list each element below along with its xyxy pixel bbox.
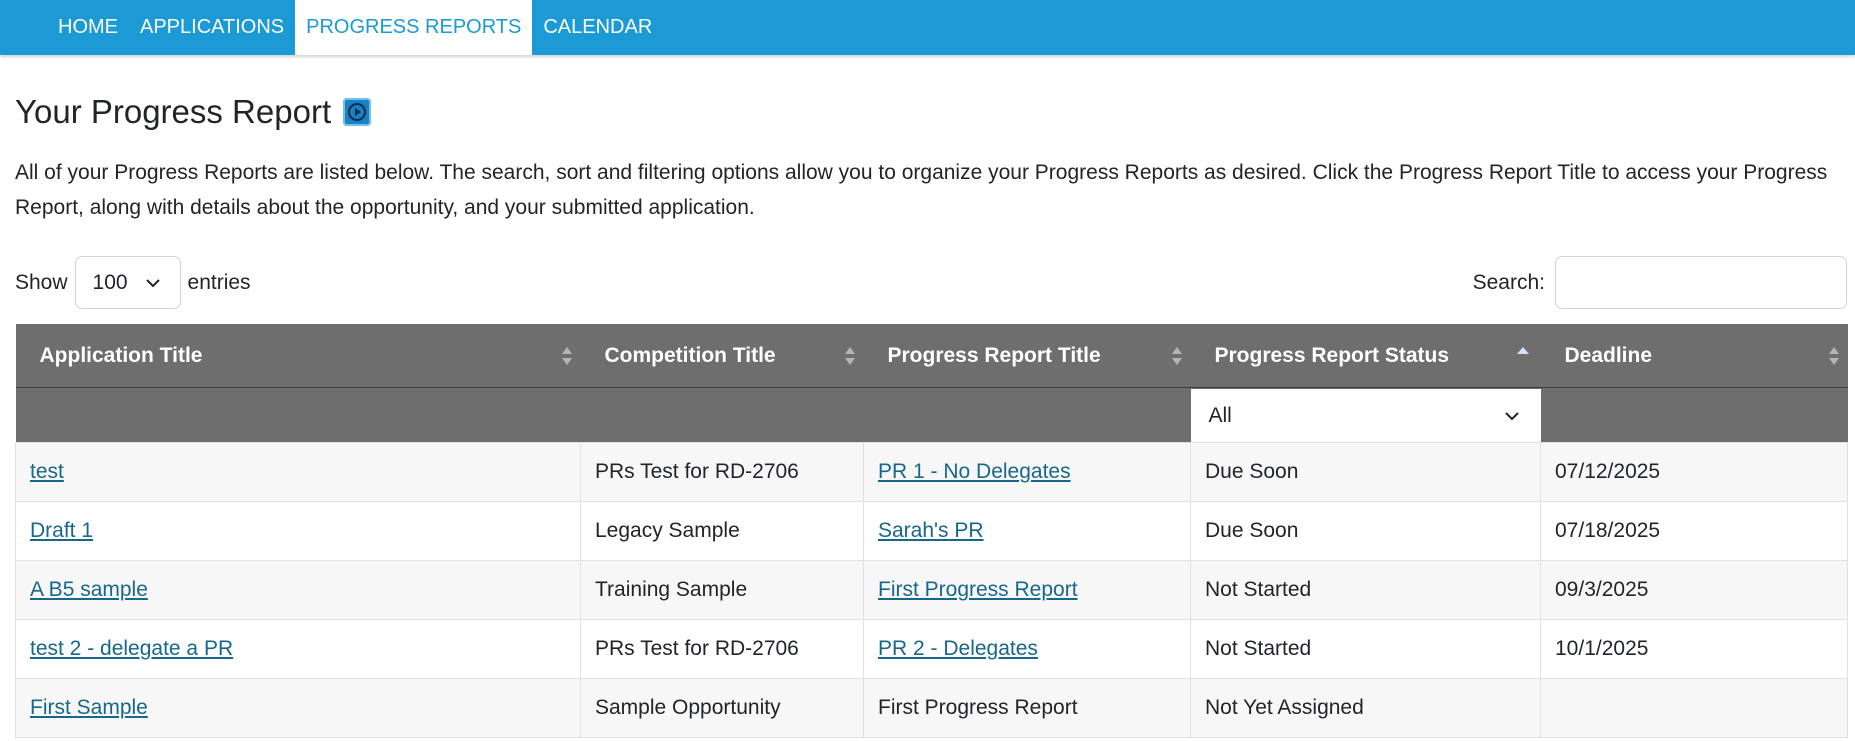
cell-progress-report-title: Sarah's PR (863, 501, 1191, 561)
filter-cell-empty (863, 387, 1191, 443)
main-content: Your Progress Report All of your Progres… (0, 91, 1855, 738)
nav-home[interactable]: HOME (47, 0, 129, 55)
nav-applications[interactable]: APPLICATIONS (129, 0, 295, 55)
show-label: Show (15, 270, 68, 294)
entries-value: 100 (92, 270, 128, 294)
application-link[interactable]: test 2 - delegate a PR (30, 637, 233, 660)
cell-application-title: Draft 1 (15, 501, 581, 561)
filter-cell-empty (1540, 387, 1848, 443)
cell-deadline: 07/18/2025 (1540, 501, 1848, 561)
application-link[interactable]: Draft 1 (30, 519, 93, 542)
progress-report-link[interactable]: PR 2 - Delegates (878, 637, 1038, 660)
entries-label: entries (187, 270, 251, 294)
table-row: test 2 - delegate a PR PRs Test for RD-2… (15, 619, 1848, 679)
table-row: Draft 1 Legacy Sample Sarah's PR Due Soo… (15, 501, 1848, 561)
cell-status: Due Soon (1190, 501, 1541, 561)
cell-deadline (1540, 678, 1848, 738)
status-filter-select[interactable]: All (1190, 389, 1541, 442)
sort-both-icon (561, 346, 572, 365)
chevron-down-icon (1504, 411, 1519, 420)
progress-report-link[interactable]: First Progress Report (878, 578, 1078, 601)
cell-status: Due Soon (1190, 442, 1541, 502)
page-title-text: Your Progress Report (15, 93, 332, 130)
column-header-progress-report-title[interactable]: Progress Report Title (863, 324, 1191, 388)
application-link[interactable]: First Sample (30, 696, 148, 719)
cell-application-title: A B5 sample (15, 560, 581, 620)
sort-both-icon (1171, 346, 1182, 365)
filter-cell-empty (580, 387, 864, 443)
cell-status: Not Started (1190, 560, 1541, 620)
search-input[interactable] (1555, 256, 1847, 309)
table-row: A B5 sample Training Sample First Progre… (15, 560, 1848, 620)
intro-text: All of your Progress Reports are listed … (15, 161, 1828, 219)
application-link[interactable]: test (30, 460, 64, 483)
page-title: Your Progress Report (15, 91, 1845, 133)
sort-asc-icon (1516, 346, 1529, 354)
cell-competition-title: PRs Test for RD-2706 (580, 442, 864, 502)
cell-application-title: test (15, 442, 581, 502)
cell-deadline: 07/12/2025 (1540, 442, 1848, 502)
filter-cell-empty (15, 387, 581, 443)
cell-status: Not Started (1190, 619, 1541, 679)
column-header-competition-title[interactable]: Competition Title (580, 324, 864, 388)
cell-deadline: 10/1/2025 (1540, 619, 1848, 679)
cell-application-title: First Sample (15, 678, 581, 738)
cell-progress-report-title: PR 2 - Delegates (863, 619, 1191, 679)
sort-both-icon (1828, 346, 1839, 365)
column-label: Progress Report Title (887, 343, 1101, 367)
cell-competition-title: Sample Opportunity (580, 678, 864, 738)
column-label: Deadline (1564, 343, 1653, 367)
cell-deadline: 09/3/2025 (1540, 560, 1848, 620)
entries-select[interactable]: 100 (74, 256, 181, 309)
column-header-progress-report-status[interactable]: Progress Report Status (1190, 324, 1541, 388)
sort-both-icon (844, 346, 855, 365)
column-label: Competition Title (604, 343, 776, 367)
cell-progress-report-title: PR 1 - No Delegates (863, 442, 1191, 502)
cell-competition-title: Training Sample (580, 560, 864, 620)
table-controls: Show 100 entries Search: (15, 255, 1847, 310)
play-circle-glyph (348, 103, 367, 121)
column-label: Application Title (39, 343, 203, 367)
table-filter-row: All (15, 387, 1848, 443)
table-row: First Sample Sample Opportunity First Pr… (15, 678, 1848, 738)
search-label: Search: (1472, 270, 1545, 294)
table-row: test PRs Test for RD-2706 PR 1 - No Dele… (15, 442, 1848, 502)
cell-competition-title: PRs Test for RD-2706 (580, 619, 864, 679)
play-circle-icon[interactable] (343, 98, 372, 126)
filter-cell-status: All (1190, 387, 1541, 443)
column-label: Progress Report Status (1214, 343, 1450, 367)
cell-application-title: test 2 - delegate a PR (15, 619, 581, 679)
chevron-down-icon (145, 278, 160, 287)
application-link[interactable]: A B5 sample (30, 578, 148, 601)
cell-status: Not Yet Assigned (1190, 678, 1541, 738)
table-header-row: Application Title Competition Title Prog… (15, 324, 1848, 388)
column-header-application-title[interactable]: Application Title (15, 324, 581, 388)
progress-report-link[interactable]: Sarah's PR (878, 519, 984, 542)
nav-progress-reports[interactable]: PROGRESS REPORTS (295, 0, 533, 55)
column-header-deadline[interactable]: Deadline (1540, 324, 1848, 388)
status-filter-value: All (1208, 403, 1232, 427)
progress-report-link[interactable]: PR 1 - No Delegates (878, 460, 1071, 483)
cell-competition-title: Legacy Sample (580, 501, 864, 561)
show-entries: Show 100 entries (15, 256, 251, 309)
progress-report-table: Application Title Competition Title Prog… (15, 324, 1848, 738)
cell-progress-report-title: First Progress Report (863, 560, 1191, 620)
search-wrap: Search: (1473, 256, 1847, 309)
nav-calendar[interactable]: CALENDAR (532, 0, 663, 55)
top-navbar: HOME APPLICATIONS PROGRESS REPORTS CALEN… (0, 0, 1855, 55)
cell-progress-report-title: First Progress Report (863, 678, 1191, 738)
